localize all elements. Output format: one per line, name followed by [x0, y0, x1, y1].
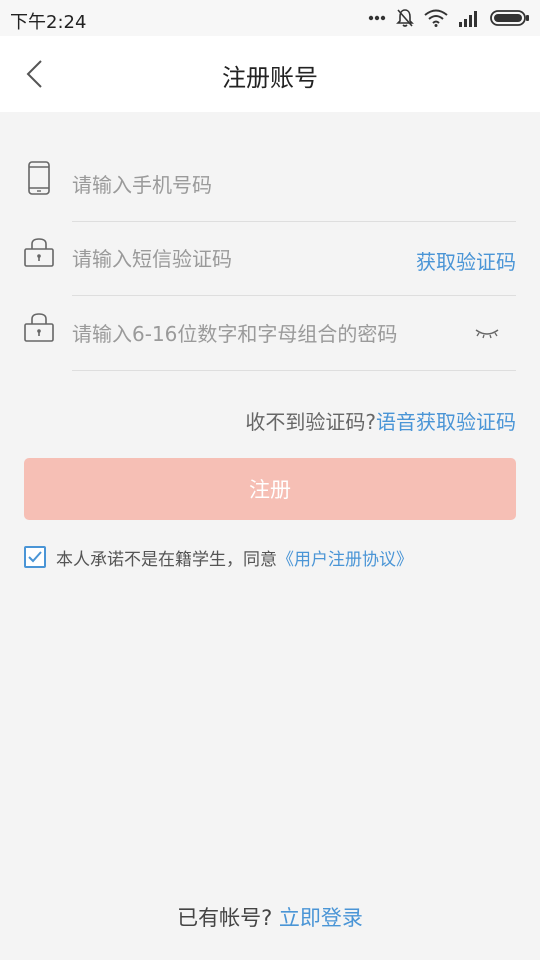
signal-icon [459, 11, 477, 27]
page-title: 注册账号 [222, 64, 318, 92]
agreement-link[interactable]: 《用户注册协议》 [277, 545, 413, 570]
sms-code-input[interactable] [72, 222, 392, 296]
password-visibility-toggle[interactable] [474, 323, 500, 343]
check-icon [28, 551, 42, 563]
wifi-icon [424, 9, 448, 27]
register-screen: 下午2:24 注册账号 请输入手机号码 请输入短信验证码 获取验证码 收不到验证… [0, 0, 540, 960]
agreement-checkbox[interactable] [24, 546, 46, 568]
battery-icon [490, 10, 529, 26]
phone-input[interactable] [72, 148, 512, 222]
nav-bar: 注册账号 [0, 36, 540, 112]
status-time: 下午2:24 [10, 12, 87, 33]
eye-closed-icon [475, 329, 499, 339]
voice-code-line: 收不到验证码?语音获取验证码 [245, 406, 516, 435]
get-code-button[interactable]: 获取验证码 [416, 246, 516, 275]
lock-icon [24, 234, 54, 270]
login-prompt: 已有帐号? [177, 906, 273, 930]
agreement-row: 本人承诺不是在籍学生，同意 《用户注册协议》 [24, 544, 413, 570]
sms-code-underline [72, 295, 516, 296]
mute-bell-icon [396, 9, 414, 27]
password-input[interactable] [72, 297, 462, 371]
voice-code-link[interactable]: 语音获取验证码 [376, 410, 516, 434]
phone-row [24, 148, 516, 222]
register-button[interactable]: 注册 [24, 458, 516, 520]
login-link[interactable]: 立即登录 [279, 906, 363, 930]
status-icons [368, 8, 530, 28]
password-underline [72, 370, 516, 371]
lock-icon [24, 309, 54, 345]
phone-icon [24, 160, 54, 196]
more-dots-icon [368, 15, 386, 21]
sms-code-row: 获取验证码 [24, 222, 516, 296]
password-row [24, 297, 516, 371]
voice-code-prompt: 收不到验证码? [245, 410, 376, 434]
login-line: 已有帐号? 立即登录 [0, 902, 540, 932]
agreement-text: 本人承诺不是在籍学生，同意 [56, 549, 277, 570]
status-bar: 下午2:24 [0, 0, 540, 36]
